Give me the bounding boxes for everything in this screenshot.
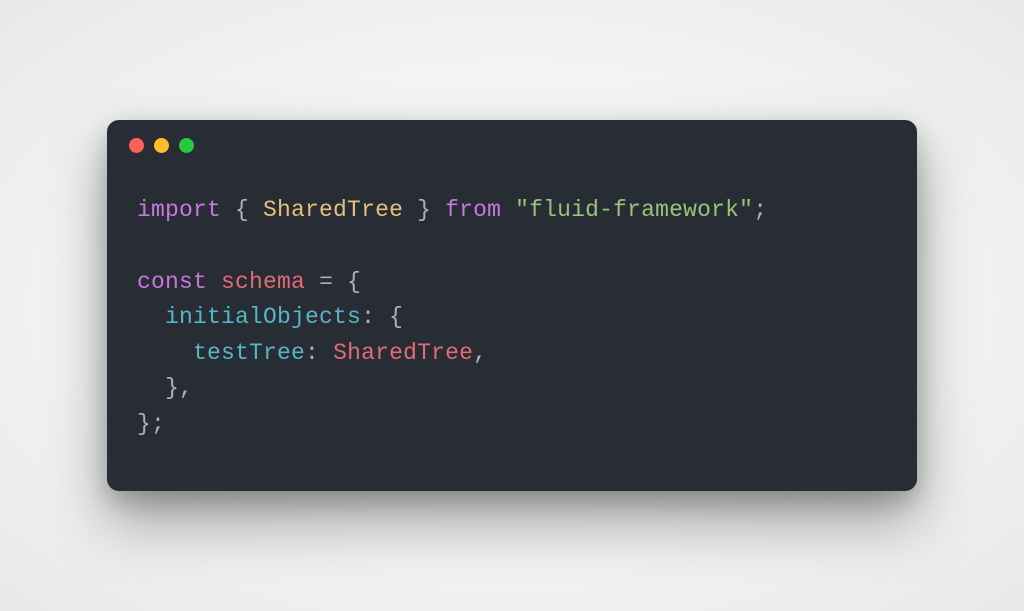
close-icon[interactable] <box>129 138 144 153</box>
colon: : <box>361 304 389 330</box>
code-space <box>305 269 319 295</box>
code-space <box>207 269 221 295</box>
semicolon: ; <box>151 411 165 437</box>
indent <box>137 340 193 366</box>
equals: = <box>319 269 333 295</box>
string-literal: "fluid-framework" <box>515 197 753 223</box>
keyword-const: const <box>137 269 207 295</box>
type-sharedtree: SharedTree <box>333 340 473 366</box>
comma: , <box>473 340 487 366</box>
code-window: import { SharedTree } from "fluid-framew… <box>107 120 917 490</box>
window-titlebar <box>107 120 917 153</box>
brace-open: { <box>389 304 403 330</box>
identifier-sharedtree: SharedTree <box>263 197 403 223</box>
property-testtree: testTree <box>193 340 305 366</box>
code-space <box>221 197 235 223</box>
property-initialobjects: initialObjects <box>165 304 361 330</box>
colon: : <box>305 340 333 366</box>
brace-open: { <box>235 197 263 223</box>
keyword-from: from <box>445 197 501 223</box>
code-space <box>501 197 515 223</box>
variable-schema: schema <box>221 269 305 295</box>
brace-close: } <box>403 197 431 223</box>
indent <box>137 304 165 330</box>
comma: , <box>179 375 193 401</box>
brace-close: } <box>137 411 151 437</box>
semicolon: ; <box>753 197 767 223</box>
brace-close: } <box>165 375 179 401</box>
zoom-icon[interactable] <box>179 138 194 153</box>
brace-open: { <box>347 269 361 295</box>
code-block: import { SharedTree } from "fluid-framew… <box>107 153 917 490</box>
code-space <box>333 269 347 295</box>
code-space <box>431 197 445 223</box>
minimize-icon[interactable] <box>154 138 169 153</box>
keyword-import: import <box>137 197 221 223</box>
indent <box>137 375 165 401</box>
